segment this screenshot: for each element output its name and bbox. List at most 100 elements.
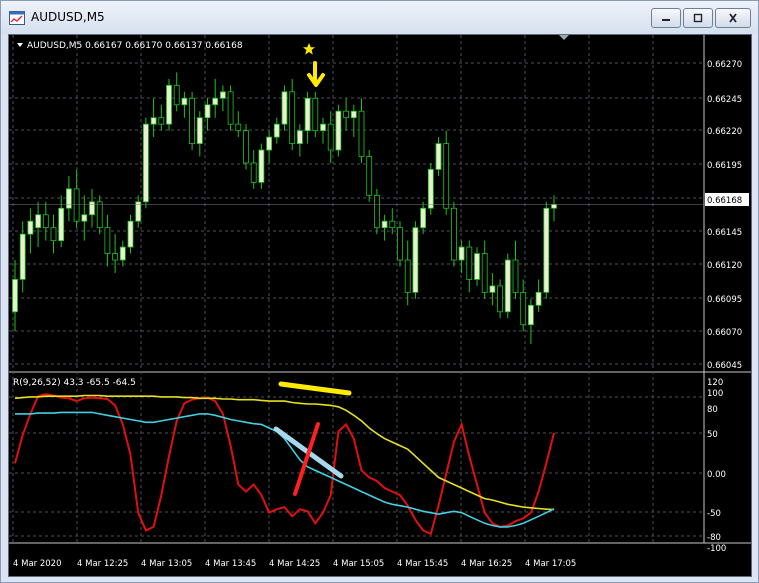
indicator-panel-header: R(9,26,52) 43.3 -65.5 -64.5 bbox=[13, 378, 136, 388]
candle-body bbox=[196, 117, 203, 144]
chart-window: AUDUSD,M5 AUDUSD,M5 0.66167 0.66170 0.66… bbox=[0, 0, 759, 583]
time-tick: 4 Mar 13:45 bbox=[205, 559, 256, 569]
indicator-tick: 80 bbox=[707, 405, 718, 415]
maximize-button[interactable] bbox=[683, 8, 713, 28]
chart-canvas[interactable]: AUDUSD,M5 0.66167 0.66170 0.66137 0.6616… bbox=[9, 35, 751, 576]
candle-body bbox=[12, 279, 18, 313]
candle-body bbox=[50, 227, 57, 242]
candle-body bbox=[135, 201, 142, 222]
candle-body bbox=[212, 97, 219, 106]
indicator-line-0 bbox=[14, 393, 555, 536]
indicator-tick: -50 bbox=[707, 509, 721, 519]
candle-body bbox=[381, 220, 388, 229]
candle-body bbox=[266, 136, 273, 151]
candle-body bbox=[219, 91, 226, 99]
candle-body bbox=[358, 110, 365, 157]
candle-body bbox=[304, 97, 311, 132]
candle-body bbox=[250, 162, 257, 183]
current-price-label: 0.66168 bbox=[707, 196, 742, 206]
indicator-tick: -80 bbox=[707, 533, 721, 543]
chart-window-icon bbox=[9, 11, 25, 25]
candle-body bbox=[281, 91, 288, 125]
candle-body bbox=[420, 207, 427, 229]
candle-body bbox=[551, 203, 557, 209]
candle-body bbox=[397, 227, 403, 261]
price-tick: 0.66245 bbox=[707, 95, 742, 105]
candle-body bbox=[466, 246, 473, 280]
price-tick: 0.66070 bbox=[707, 328, 742, 338]
candle-body bbox=[235, 123, 242, 132]
candle-body bbox=[73, 188, 80, 222]
candle-body bbox=[320, 123, 326, 132]
price-axis: 0.66270 0.66245 0.66220 0.66195 0.66145 … bbox=[707, 60, 742, 371]
indicator-tick: -100 bbox=[707, 544, 726, 554]
candle-body bbox=[243, 130, 249, 164]
indicator-tick: 100 bbox=[707, 389, 723, 399]
panel-collapse-icon[interactable] bbox=[17, 43, 23, 47]
candle-body bbox=[412, 227, 419, 293]
candle-body bbox=[489, 285, 496, 293]
candle-body bbox=[535, 291, 542, 306]
chart-area[interactable]: AUDUSD,M5 0.66167 0.66170 0.66137 0.6616… bbox=[8, 34, 752, 577]
time-tick: 4 Mar 16:25 bbox=[461, 559, 512, 569]
minimize-button[interactable] bbox=[651, 8, 681, 28]
candle-body bbox=[81, 214, 88, 222]
window-title: AUDUSD,M5 bbox=[31, 10, 105, 24]
title-bar[interactable]: AUDUSD,M5 bbox=[1, 1, 758, 34]
price-tick: 0.66270 bbox=[707, 60, 742, 70]
price-panel-header: AUDUSD,M5 0.66167 0.66170 0.66137 0.6616… bbox=[27, 41, 243, 51]
time-tick: 4 Mar 12:25 bbox=[77, 559, 128, 569]
candle-body bbox=[520, 291, 527, 326]
candle-body bbox=[89, 201, 95, 216]
candle-body bbox=[327, 123, 334, 151]
candle-body bbox=[512, 259, 519, 293]
candle-body bbox=[504, 259, 511, 313]
candle-body bbox=[343, 110, 350, 119]
time-tick: 4 Mar 14:25 bbox=[269, 559, 320, 569]
candle-body bbox=[427, 169, 434, 209]
candles bbox=[9, 72, 703, 345]
candle-body bbox=[58, 207, 65, 242]
time-tick: 4 Mar 2020 bbox=[13, 559, 61, 569]
indicator-lines bbox=[14, 393, 555, 536]
candle-body bbox=[166, 84, 172, 125]
indicator-axis: 120 100 80 50 0.00 -50 -80 -100 bbox=[707, 378, 726, 554]
time-tick: 4 Mar 13:05 bbox=[141, 559, 192, 569]
candle-body bbox=[27, 220, 34, 235]
candle-body bbox=[443, 143, 450, 209]
candle-body bbox=[435, 143, 442, 170]
candle-body bbox=[104, 227, 111, 254]
candle-body bbox=[497, 285, 504, 313]
candle-body bbox=[289, 91, 296, 144]
close-button[interactable] bbox=[715, 8, 751, 28]
candle-body bbox=[227, 91, 234, 125]
scroll-marker-icon[interactable] bbox=[559, 35, 569, 40]
candle-body bbox=[273, 123, 280, 138]
candle-body bbox=[481, 253, 488, 293]
candle-body bbox=[450, 207, 457, 261]
time-tick: 4 Mar 15:45 bbox=[397, 559, 448, 569]
candle-body bbox=[366, 156, 373, 196]
price-tick: 0.66145 bbox=[707, 228, 742, 238]
candle-body bbox=[312, 97, 319, 132]
time-axis: 4 Mar 2020 4 Mar 12:25 4 Mar 13:05 4 Mar… bbox=[13, 559, 576, 569]
candle-body bbox=[150, 117, 157, 125]
candle-body bbox=[189, 97, 196, 144]
maximize-icon bbox=[693, 13, 703, 23]
candle-body bbox=[173, 84, 180, 106]
candle-body bbox=[350, 110, 357, 119]
candle-body bbox=[204, 104, 211, 119]
indicator-tick: 50 bbox=[707, 430, 718, 440]
candle-body bbox=[42, 214, 49, 229]
candle-body bbox=[35, 214, 42, 229]
star-icon bbox=[303, 43, 315, 55]
candle-body bbox=[119, 246, 126, 261]
candle-body bbox=[474, 253, 480, 280]
indicator-tick: 0.00 bbox=[707, 470, 726, 480]
price-tick: 0.66220 bbox=[707, 127, 742, 137]
indicator-tick: 120 bbox=[707, 378, 723, 388]
candle-body bbox=[127, 220, 134, 248]
candle-body bbox=[142, 123, 149, 203]
candle-body bbox=[19, 233, 26, 280]
candle-body bbox=[181, 97, 188, 106]
